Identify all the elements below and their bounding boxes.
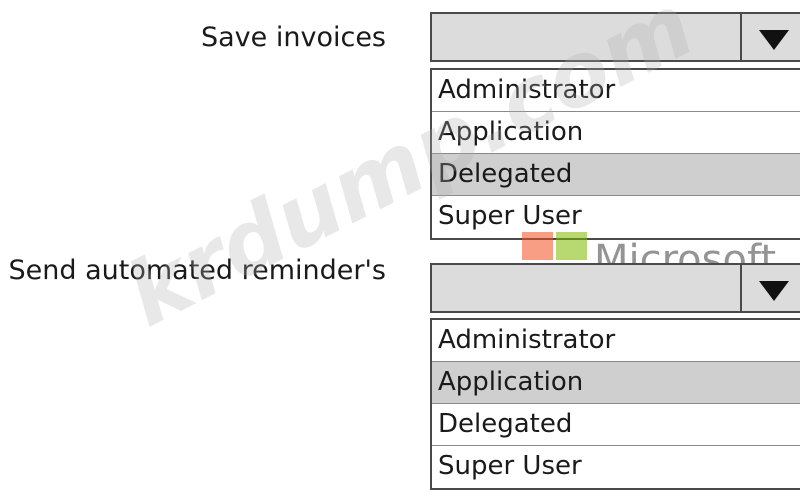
option-application[interactable]: Application xyxy=(432,112,800,154)
logo-square-green xyxy=(556,232,587,260)
logo-square-red xyxy=(522,232,553,260)
option-application[interactable]: Application xyxy=(432,362,800,404)
save-invoices-dropdown[interactable] xyxy=(430,12,800,62)
option-administrator[interactable]: Administrator xyxy=(432,320,800,362)
dropdown-divider xyxy=(740,14,742,60)
caret-down-icon[interactable] xyxy=(759,281,789,301)
option-administrator[interactable]: Administrator xyxy=(432,70,800,112)
caret-down-icon[interactable] xyxy=(759,30,789,50)
send-reminders-dropdown[interactable] xyxy=(430,263,800,313)
option-super-user[interactable]: Super User xyxy=(432,196,800,238)
dropdown-divider xyxy=(740,265,742,311)
option-super-user[interactable]: Super User xyxy=(432,446,800,488)
option-delegated[interactable]: Delegated xyxy=(432,404,800,446)
send-reminders-options-list: Administrator Application Delegated Supe… xyxy=(430,318,800,490)
option-delegated[interactable]: Delegated xyxy=(432,154,800,196)
save-invoices-label: Save invoices xyxy=(201,22,386,53)
send-reminders-label: Send automated reminder's xyxy=(8,255,387,286)
save-invoices-options-list: Administrator Application Delegated Supe… xyxy=(430,68,800,240)
